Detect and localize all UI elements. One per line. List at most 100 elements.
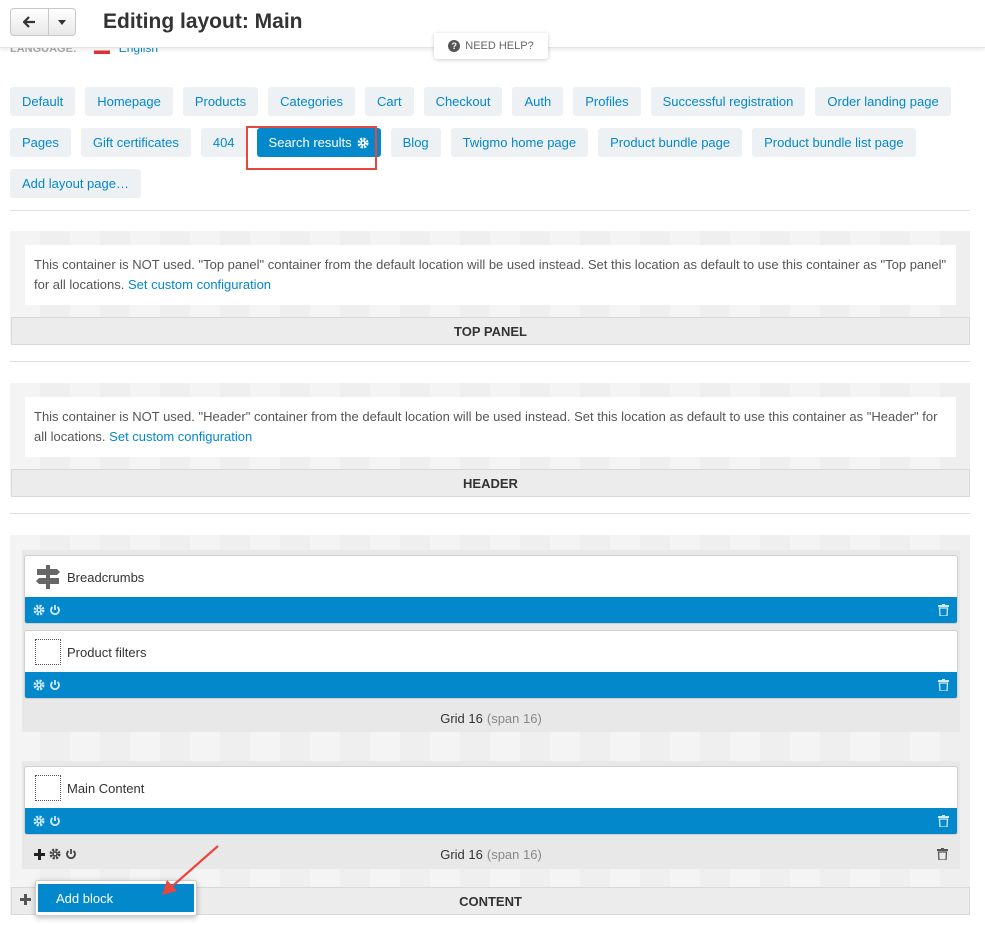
header-custom-config-link[interactable]: Set custom configuration bbox=[109, 429, 252, 444]
gear-icon[interactable] bbox=[49, 848, 61, 860]
tab-default[interactable]: Default bbox=[10, 87, 76, 116]
block-toolbar bbox=[25, 597, 957, 623]
tab-label: Pages bbox=[22, 135, 59, 150]
block-toolbar bbox=[25, 672, 957, 698]
tab-order-landing-page[interactable]: Order landing page bbox=[815, 87, 951, 116]
block-name: Product filters bbox=[67, 644, 147, 660]
block-name: Breadcrumbs bbox=[67, 569, 145, 585]
placeholder-icon bbox=[35, 639, 61, 665]
tab-label: Cart bbox=[377, 94, 402, 109]
gear-icon[interactable] bbox=[33, 815, 45, 827]
block-header: Breadcrumbs bbox=[25, 556, 957, 598]
header-label: HEADER bbox=[11, 469, 970, 497]
plus-icon[interactable] bbox=[34, 848, 45, 860]
header-notice: This container is NOT used. "Header" con… bbox=[25, 397, 956, 457]
gear-icon[interactable] bbox=[357, 137, 369, 149]
signpost-icon bbox=[36, 565, 60, 589]
tab-404[interactable]: 404 bbox=[200, 128, 247, 157]
tab-label: Product bundle list page bbox=[764, 135, 904, 150]
top-panel-container: This container is NOT used. "Top panel" … bbox=[10, 231, 970, 345]
placeholder-icon bbox=[35, 775, 61, 801]
tab-checkout[interactable]: Checkout bbox=[423, 87, 503, 116]
tab-label: Default bbox=[22, 94, 64, 109]
tab-profiles[interactable]: Profiles bbox=[573, 87, 641, 116]
nav-button-group bbox=[10, 8, 76, 36]
tab-label: Homepage bbox=[97, 94, 161, 109]
arrow-left-icon bbox=[23, 16, 35, 28]
power-icon[interactable] bbox=[65, 848, 77, 860]
tab-label: Blog bbox=[402, 135, 429, 150]
block-header: Product filters bbox=[25, 631, 957, 673]
add-block-menu-item[interactable]: Add block bbox=[38, 884, 194, 912]
tab-blog[interactable]: Blog bbox=[390, 128, 441, 157]
divider bbox=[10, 210, 970, 211]
grid-title: Grid 16 bbox=[440, 710, 483, 726]
gear-icon[interactable] bbox=[33, 679, 45, 691]
trash-icon[interactable] bbox=[938, 679, 949, 691]
tab-label: 404 bbox=[212, 135, 235, 150]
grid-title: Grid 16 bbox=[440, 846, 483, 862]
tab-label: Product bundle page bbox=[610, 135, 731, 150]
block-header: Main Content bbox=[25, 767, 957, 809]
tab-label: Products bbox=[194, 94, 247, 109]
tab-pages[interactable]: Pages bbox=[10, 128, 71, 157]
trash-icon[interactable] bbox=[938, 604, 949, 616]
block-main-content[interactable]: Main Content bbox=[24, 766, 958, 835]
grid-2: Main Content Grid 16 (span 16) bbox=[22, 761, 960, 869]
block-toolbar bbox=[25, 808, 957, 834]
block-product-filters[interactable]: Product filters bbox=[24, 630, 958, 699]
gear-icon[interactable] bbox=[33, 604, 45, 616]
tab-add-layout-page[interactable]: Add layout page… bbox=[10, 169, 141, 198]
need-help-button[interactable]: ? NEED HELP? bbox=[434, 33, 548, 59]
block-name: Main Content bbox=[67, 780, 145, 796]
tab-cart[interactable]: Cart bbox=[365, 87, 414, 116]
tab-gift-certificates[interactable]: Gift certificates bbox=[80, 128, 191, 157]
power-icon[interactable] bbox=[49, 604, 61, 616]
add-block-menu: Add block bbox=[35, 880, 197, 916]
tab-homepage[interactable]: Homepage bbox=[85, 87, 173, 116]
tab-label: Categories bbox=[280, 94, 343, 109]
divider bbox=[10, 361, 970, 362]
tab-products[interactable]: Products bbox=[182, 87, 259, 116]
tab-label: Order landing page bbox=[827, 94, 939, 109]
tab-label: Profiles bbox=[585, 94, 629, 109]
add-grid-plus-icon[interactable] bbox=[20, 894, 31, 905]
divider bbox=[10, 513, 970, 514]
top-panel-notice: This container is NOT used. "Top panel" … bbox=[25, 245, 956, 305]
trash-icon[interactable] bbox=[938, 815, 949, 827]
page-title: Editing layout: Main bbox=[103, 10, 303, 33]
tab-categories[interactable]: Categories bbox=[268, 87, 355, 116]
tab-label: Add layout page… bbox=[22, 176, 129, 191]
grid-2-footer: Grid 16 (span 16) bbox=[24, 841, 958, 867]
tab-label: Gift certificates bbox=[92, 135, 179, 150]
caret-down-icon bbox=[58, 19, 66, 25]
layout-tabs: Default Homepage Products Categories Cart Che… bbox=[10, 87, 970, 198]
top-panel-label: TOP PANEL bbox=[11, 317, 970, 345]
block-breadcrumbs[interactable]: Breadcrumbs bbox=[24, 555, 958, 624]
trash-icon[interactable] bbox=[937, 848, 948, 860]
tab-twigmo-home-page[interactable]: Twigmo home page bbox=[450, 128, 589, 157]
header-container: This container is NOT used. "Header" con… bbox=[10, 383, 970, 497]
question-icon: ? bbox=[448, 40, 461, 52]
power-icon[interactable] bbox=[49, 679, 61, 691]
nav-dropdown-button[interactable] bbox=[49, 9, 75, 35]
tab-search-results[interactable]: Search results bbox=[256, 128, 381, 157]
tab-label: Twigmo home page bbox=[462, 135, 577, 150]
grid-span: (span 16) bbox=[486, 846, 542, 862]
tab-product-bundle-list-page[interactable]: Product bundle list page bbox=[752, 128, 916, 157]
power-icon[interactable] bbox=[49, 815, 61, 827]
tab-label: Successful registration bbox=[662, 94, 794, 109]
grid-1-footer: Grid 16 (span 16) bbox=[24, 705, 958, 731]
top-panel-custom-config-link[interactable]: Set custom configuration bbox=[128, 277, 271, 292]
tab-product-bundle-page[interactable]: Product bundle page bbox=[598, 128, 743, 157]
need-help-label: NEED HELP? bbox=[465, 40, 534, 52]
tab-auth[interactable]: Auth bbox=[512, 87, 564, 116]
back-button[interactable] bbox=[11, 9, 49, 35]
tab-label: Search results bbox=[268, 135, 352, 150]
content-container: Breadcrumbs Product filters Grid 16 (spa… bbox=[10, 535, 970, 915]
tab-label: Auth bbox=[524, 94, 552, 109]
tab-label: Checkout bbox=[435, 94, 491, 109]
grid-1: Breadcrumbs Product filters Grid 16 (spa… bbox=[22, 550, 960, 732]
grid-span: (span 16) bbox=[486, 710, 542, 726]
tab-successful-registration[interactable]: Successful registration bbox=[650, 87, 806, 116]
